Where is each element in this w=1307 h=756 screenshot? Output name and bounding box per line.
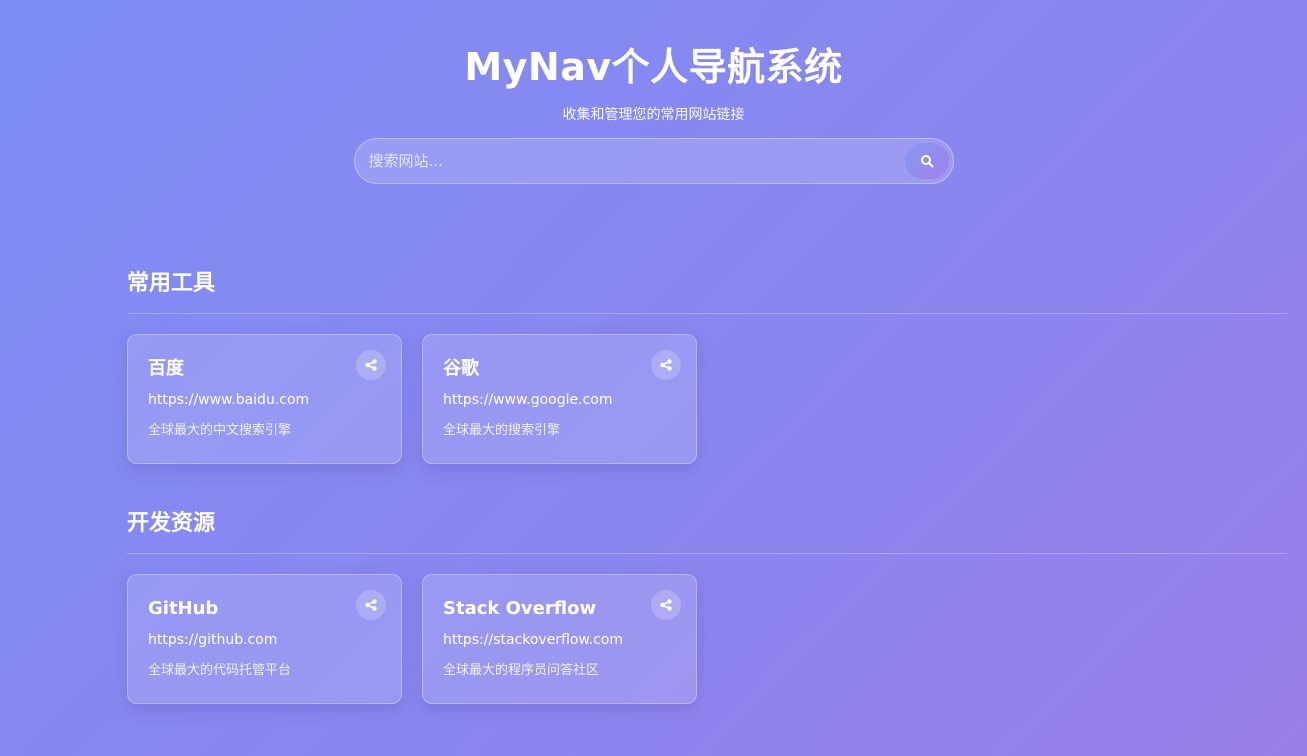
site-card[interactable]: 谷歌 https://www.google.com 全球最大的搜索引擎 — [422, 334, 697, 464]
card-url[interactable]: https://github.com — [148, 631, 381, 649]
search-bar — [353, 138, 954, 184]
share-button[interactable] — [356, 350, 386, 380]
page-title: MyNav个人导航系统 — [464, 45, 843, 89]
site-card[interactable]: GitHub https://github.com 全球最大的代码托管平台 — [127, 574, 402, 704]
share-button[interactable] — [651, 350, 681, 380]
card-url[interactable]: https://www.google.com — [443, 391, 676, 409]
share-icon — [365, 599, 377, 611]
share-icon — [660, 599, 672, 611]
card-name: 谷歌 — [443, 358, 479, 379]
category-section: 常用工具 百度 https://www.baidu.com 全球最大的中文搜索引… — [127, 269, 1287, 464]
share-icon — [365, 359, 377, 371]
section-divider — [127, 313, 1287, 314]
card-name: 百度 — [148, 358, 184, 379]
card-url[interactable]: https://www.baidu.com — [148, 391, 381, 409]
share-button[interactable] — [356, 590, 386, 620]
search-button[interactable] — [904, 143, 949, 179]
search-icon — [920, 155, 933, 168]
card-name: Stack Overflow — [443, 598, 597, 619]
site-card[interactable]: 百度 https://www.baidu.com 全球最大的中文搜索引擎 — [127, 334, 402, 464]
card-description: 全球最大的程序员问答社区 — [443, 663, 600, 678]
share-button[interactable] — [651, 590, 681, 620]
card-description: 全球最大的代码托管平台 — [148, 663, 292, 678]
section-title: 常用工具 — [127, 271, 216, 296]
page-subtitle: 收集和管理您的常用网站链接 — [562, 107, 745, 123]
card-list: GitHub https://github.com 全球最大的代码托管平台 St… — [127, 574, 1287, 704]
category-section: 开发资源 GitHub https://github.com 全球最大的代码托管… — [127, 509, 1287, 704]
section-divider — [127, 553, 1287, 554]
card-url[interactable]: https://stackoverflow.com — [443, 631, 676, 649]
card-description: 全球最大的中文搜索引擎 — [148, 423, 292, 438]
card-list: 百度 https://www.baidu.com 全球最大的中文搜索引擎 谷歌 … — [127, 334, 1287, 464]
card-description: 全球最大的搜索引擎 — [443, 423, 561, 438]
section-title: 开发资源 — [127, 511, 216, 536]
share-icon — [660, 359, 672, 371]
card-name: GitHub — [148, 598, 219, 619]
site-card[interactable]: Stack Overflow https://stackoverflow.com… — [422, 574, 697, 704]
page-header: MyNav个人导航系统 收集和管理您的常用网站链接 — [0, 0, 1307, 184]
search-input[interactable] — [354, 139, 895, 183]
